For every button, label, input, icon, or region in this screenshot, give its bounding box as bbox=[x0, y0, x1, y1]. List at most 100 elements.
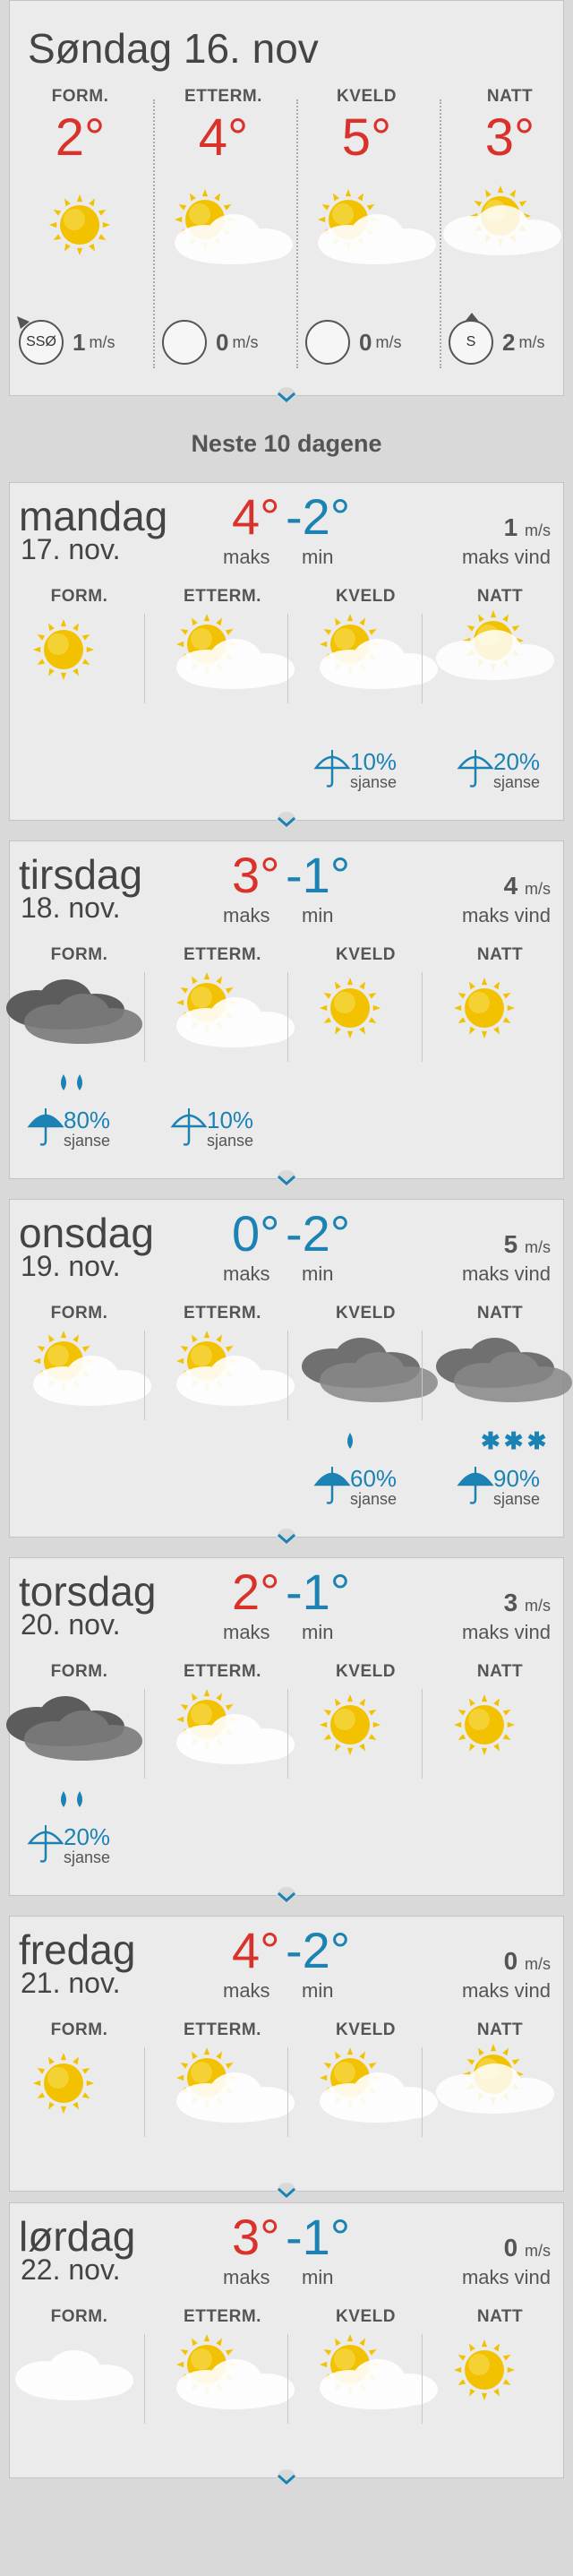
precipitation-chance: 10% sjanse bbox=[313, 748, 398, 791]
precipitation-chance: 80% sjanse bbox=[27, 1108, 111, 1150]
sun-cloud-icon bbox=[175, 189, 293, 264]
cloud-sun-icon bbox=[443, 185, 561, 255]
cloud-icon bbox=[15, 2350, 133, 2400]
day-date: 22. nov. bbox=[21, 2253, 121, 2286]
day-card[interactable]: fredag 21. nov. 4° -2° maks min 0 m/s maks vind… bbox=[9, 1916, 564, 2192]
sun-cloud-icon bbox=[162, 1680, 295, 1783]
min-temperature: -2° bbox=[286, 488, 351, 545]
today-period-evening: KVELD 5° bbox=[297, 87, 436, 164]
today-period-afternoon: ETTERM. 4° bbox=[154, 87, 293, 164]
divider bbox=[440, 99, 441, 368]
sun-cloud-icon bbox=[162, 2038, 295, 2141]
sun-icon bbox=[454, 2339, 515, 2400]
min-label: min bbox=[302, 1979, 334, 2002]
max-temperature: 2° bbox=[232, 1564, 280, 1620]
sun-cloud-icon bbox=[320, 614, 438, 689]
divider bbox=[144, 2334, 145, 2424]
chance-percent: 90% bbox=[493, 1465, 541, 1492]
umbrella-icon bbox=[313, 1467, 351, 1504]
day-date: 19. nov. bbox=[21, 1250, 121, 1282]
sun-cloud-icon bbox=[305, 2038, 438, 2141]
day-card[interactable]: torsdag 20. nov. 2° -1° maks min 3 m/s maks vin… bbox=[6, 1557, 564, 1896]
divider bbox=[287, 614, 288, 703]
precipitation-chance: 20% sjanse bbox=[27, 1823, 111, 1866]
max-wind-label: maks vind bbox=[461, 2266, 551, 2288]
wind-speed: 4 bbox=[503, 872, 518, 900]
min-label: min bbox=[302, 546, 334, 568]
max-label: maks bbox=[223, 546, 270, 568]
precipitation-chance: 60% sjanse bbox=[313, 1465, 398, 1508]
wind-unit: m/s bbox=[525, 1238, 551, 1256]
chance-label: sjanse bbox=[493, 1490, 541, 1508]
chance-label: sjanse bbox=[207, 1132, 254, 1150]
wind-unit: m/s bbox=[525, 2242, 551, 2260]
period-label: NATT bbox=[476, 2307, 524, 2326]
chance-label: sjanse bbox=[64, 1132, 111, 1150]
day-card[interactable]: mandag 17. nov. 4° -2° maks min 1 m/s maks vind… bbox=[9, 482, 564, 821]
chance-label: sjanse bbox=[493, 773, 541, 791]
chevron-down-icon bbox=[277, 1887, 296, 1907]
period-label: ETTERM. bbox=[184, 87, 262, 106]
divider bbox=[287, 972, 288, 1062]
sun-cloud-icon bbox=[162, 605, 295, 708]
max-temperature: 4° bbox=[232, 488, 280, 545]
today-period-morning: FORM. 2° bbox=[11, 87, 150, 164]
today-card: Søndag 16. nov FORM. 2° ETTERM. 4° KVELD… bbox=[9, 0, 564, 396]
max-wind-label: maks vind bbox=[461, 904, 551, 926]
expand-day-button[interactable] bbox=[272, 1529, 301, 1548]
snowflake-icon: ✱✱✱ bbox=[481, 1427, 551, 1454]
chevron-down-icon bbox=[277, 1170, 296, 1190]
day-card[interactable]: tirsdag 18. nov. 3° -1° maks min 4 m/s maks vin… bbox=[6, 840, 564, 1179]
wind-afternoon: 0 m/s bbox=[162, 320, 258, 365]
dark-cloud-icon bbox=[436, 1322, 572, 1425]
chevron-down-icon bbox=[277, 387, 296, 407]
wind-unit: m/s bbox=[89, 332, 115, 351]
raindrop-icon bbox=[77, 1074, 82, 1090]
chance-label: sjanse bbox=[350, 1490, 398, 1508]
wind-direction-icon bbox=[162, 320, 207, 365]
period-label: FORM. bbox=[50, 2307, 108, 2326]
wind-direction-icon: S bbox=[449, 313, 493, 365]
divider bbox=[422, 972, 423, 1062]
min-label: min bbox=[302, 2266, 334, 2288]
divider bbox=[144, 614, 145, 703]
sun-icon bbox=[33, 619, 94, 680]
wind-unit: m/s bbox=[518, 332, 545, 351]
day-card[interactable]: onsdag 19. nov. 0° -2° maks min 5 m/s maks vind… bbox=[9, 1199, 572, 1538]
chance-percent: 60% bbox=[350, 1465, 398, 1492]
expand-day-button[interactable] bbox=[272, 2469, 301, 2489]
expand-today-button[interactable] bbox=[272, 387, 301, 407]
expand-day-button[interactable] bbox=[272, 2183, 301, 2202]
sun-cloud-icon bbox=[33, 1331, 151, 1406]
period-label: FORM. bbox=[50, 945, 108, 964]
divider bbox=[422, 1689, 423, 1779]
max-label: maks bbox=[223, 1979, 270, 2002]
period-label: FORM. bbox=[50, 1662, 108, 1681]
sun-icon bbox=[35, 180, 160, 283]
sun-icon bbox=[454, 1694, 515, 1755]
period-label: NATT bbox=[476, 1662, 524, 1681]
temperature: 3° bbox=[484, 108, 535, 167]
divider bbox=[287, 2047, 288, 2137]
day-card[interactable]: lørdag 22. nov. 3° -1° maks min 0 m/s maks vind… bbox=[9, 2202, 564, 2478]
max-temperature: 4° bbox=[232, 1922, 280, 1978]
period-label: NATT bbox=[476, 1304, 524, 1322]
expand-day-button[interactable] bbox=[272, 812, 301, 831]
chance-percent: 10% bbox=[350, 748, 398, 775]
sun-cloud-icon bbox=[305, 605, 438, 708]
sun-icon bbox=[305, 963, 431, 1066]
cloud-icon bbox=[15, 2325, 144, 2428]
wind-speed: 0 bbox=[359, 328, 372, 356]
chance-percent: 20% bbox=[64, 1823, 111, 1850]
expand-day-button[interactable] bbox=[272, 1887, 301, 1907]
expand-day-button[interactable] bbox=[272, 1170, 301, 1190]
day-name: fredag bbox=[19, 1926, 136, 1973]
max-wind: 3 m/s bbox=[407, 1589, 551, 1617]
wind-unit: m/s bbox=[525, 1955, 551, 1973]
period-label: ETTERM. bbox=[184, 1662, 261, 1681]
min-temperature: -1° bbox=[286, 847, 351, 903]
min-temperature: -1° bbox=[286, 2209, 351, 2265]
wind-speed: 1 bbox=[73, 328, 86, 356]
precipitation-chance: 90% sjanse bbox=[457, 1465, 541, 1508]
temperature: 4° bbox=[198, 108, 249, 167]
